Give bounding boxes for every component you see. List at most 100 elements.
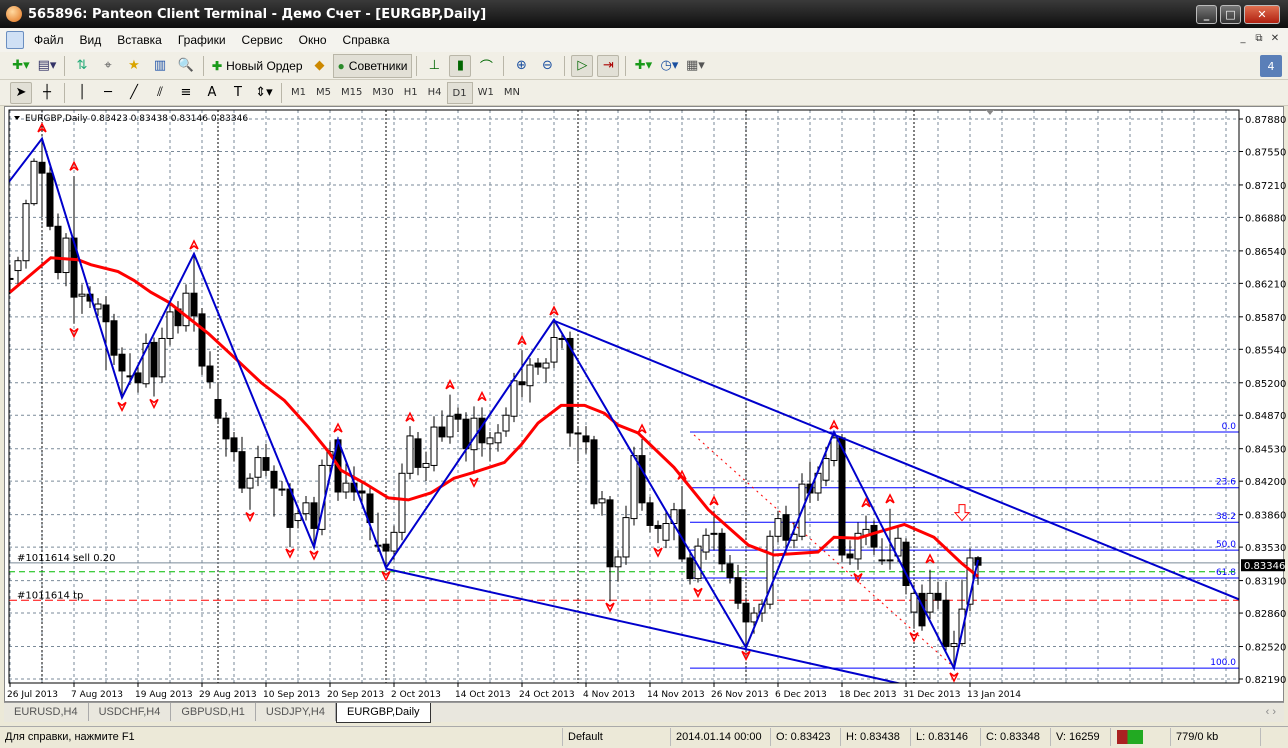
menu-window[interactable]: Окно [291,33,335,47]
fractal-down-icon [309,550,319,561]
price-tick-label: 0.87210 [1245,181,1286,192]
menu-file[interactable]: Файл [26,33,72,47]
candle-body [774,518,782,537]
indicators-icon[interactable]: ✚▾ [632,55,654,77]
candle-body [414,438,422,468]
messages-badge[interactable]: 4 [1260,55,1282,77]
price-tick-label: 0.84200 [1245,477,1286,488]
timeframe-w1[interactable]: W1 [473,82,499,104]
candle [214,382,222,425]
bar-chart-icon[interactable]: ⊥ [423,55,445,77]
trendline-icon[interactable]: ╱ [123,82,145,104]
text-label-icon[interactable]: T [227,82,249,104]
market-watch-icon[interactable]: ⇅ [71,55,93,77]
new-chart-icon[interactable]: ✚▾ [10,55,32,77]
candle-body [926,592,934,613]
cursor-icon[interactable]: ➤ [10,81,32,104]
profiles-icon[interactable]: ▤▾ [36,55,58,77]
candle-body [502,414,510,432]
menu-help[interactable]: Справка [335,33,398,47]
horizontal-line-icon[interactable]: ─ [97,82,119,104]
templates-icon[interactable]: ▦▾ [684,55,706,77]
text-icon[interactable]: A [201,82,223,104]
close-button[interactable]: ✕ [1244,5,1280,24]
tab-scroll-arrows[interactable]: ‹ › [1258,703,1284,721]
candle [406,426,414,480]
warning-icon[interactable]: ◆ [309,55,331,77]
strategy-tester-icon[interactable]: 🔍 [175,55,197,77]
timeframe-mn[interactable]: MN [499,82,525,104]
auto-scroll-icon[interactable]: ▷ [571,54,594,77]
tab-usdjpy-h4[interactable]: USDJPY,H4 [256,703,336,721]
drawing-toolbar: ➤ ┼ │ ─ ╱ ⫽ ≡ A T ⇕▾ M1 M5 M15 M30 H1 H4… [0,80,1288,106]
timeframe-h1[interactable]: H1 [399,82,423,104]
navigator-icon[interactable]: ★ [123,55,145,77]
separator [416,55,418,76]
tab-eurgbp-daily[interactable]: EURGBP,Daily [336,703,431,723]
chart-shift-icon[interactable]: ⇥ [597,54,620,77]
candle [166,304,174,346]
timeframe-h4[interactable]: H4 [423,82,447,104]
date-tick-label: 4 Nov 2013 [583,690,635,700]
mdi-close-button[interactable]: ✕ [1268,33,1282,46]
data-window-icon[interactable]: ⌖ [97,55,119,77]
timeframe-m15[interactable]: M15 [336,82,367,104]
tab-gbpusd-h1[interactable]: GBPUSD,H1 [171,703,256,721]
separator [64,82,65,103]
fractal-down-icon [149,398,159,410]
timeframe-d1[interactable]: D1 [446,81,473,104]
arrows-icon[interactable]: ⇕▾ [253,82,275,104]
candle-body [398,472,406,533]
price-chart[interactable]: 0.0 23.6 38.2 50.0 61.8 100.0 #1011614 sell 0.… [1,106,1288,703]
candle [526,358,534,403]
zoom-out-icon[interactable]: ⊖ [536,55,558,77]
candle [222,412,230,457]
date-tick-label: 7 Aug 2013 [71,690,123,700]
candle [718,528,726,572]
tab-usdchf-h4[interactable]: USDCHF,H4 [89,703,172,721]
experts-button[interactable]: ● Советники [332,53,413,78]
fibonacci-icon[interactable]: ≡ [175,82,197,104]
fibo-level-label: 61.8 [1216,568,1236,578]
candle [502,407,510,437]
chart-window[interactable]: 0.0 23.6 38.2 50.0 61.8 100.0 #1011614 sell 0.… [4,106,1286,702]
candle [78,284,86,314]
candle [454,407,462,432]
candle-body [382,543,390,552]
menu-charts[interactable]: Графики [170,33,234,47]
equidistant-channel-icon[interactable]: ⫽ [149,82,171,104]
fractal-down-icon [693,587,703,599]
zoom-in-icon[interactable]: ⊕ [510,55,532,77]
date-tick-label: 14 Nov 2013 [647,690,705,700]
chart-menu-triangle-icon [14,116,20,120]
crosshair-icon[interactable]: ┼ [36,82,58,104]
fractal-down-icon [605,602,615,613]
candle-body [574,432,582,435]
minimize-button[interactable]: _ [1196,5,1217,24]
menu-tools[interactable]: Сервис [234,33,291,47]
fractal-down-icon [949,672,959,683]
timeframe-m30[interactable]: M30 [367,82,398,104]
tab-eurusd-h4[interactable]: EURUSD,H4 [4,703,89,721]
candle-body [190,292,198,317]
new-order-button[interactable]: ✚ Новый Ордер [208,54,307,78]
vertical-line-icon[interactable]: │ [71,82,93,104]
candle [598,491,606,516]
candlestick-icon[interactable]: ▮ [449,54,472,77]
status-traffic: 779/0 kb [1171,727,1261,746]
periods-icon[interactable]: ◷▾ [658,55,680,77]
menu-insert[interactable]: Вставка [109,33,170,47]
terminal-icon[interactable]: ▥ [149,55,171,77]
line-chart-icon[interactable]: ⌒ [475,55,497,77]
candle-body [46,172,54,227]
candle-body [30,160,38,205]
timeframe-m1[interactable]: M1 [286,82,311,104]
timeframe-m5[interactable]: M5 [311,82,336,104]
mdi-restore-button[interactable]: ⧉ [1252,33,1266,46]
candle-body [166,311,174,339]
menu-view[interactable]: Вид [72,33,110,47]
maximize-button[interactable]: □ [1220,5,1241,24]
mdi-minimize-button[interactable]: _ [1236,33,1250,46]
candle [438,410,446,442]
candle-body [182,292,190,327]
